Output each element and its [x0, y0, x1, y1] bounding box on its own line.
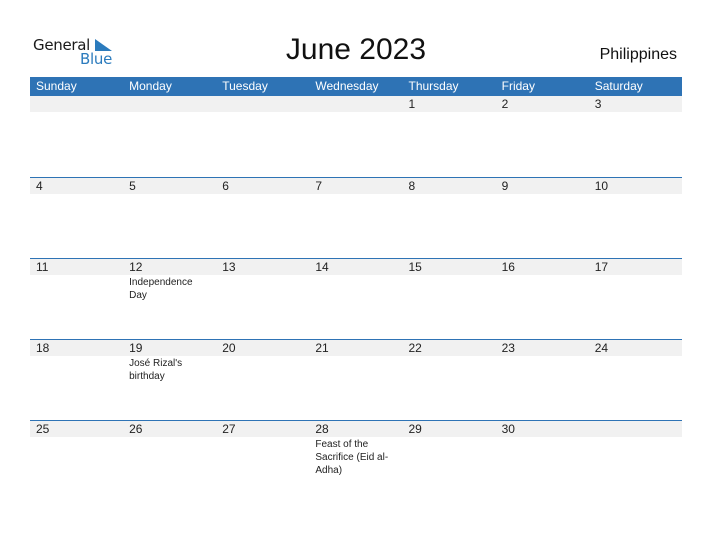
day-cell [309, 96, 403, 177]
day-cell: 30 [495, 421, 589, 501]
day-number: 9 [495, 178, 589, 194]
day-number: 21 [309, 340, 403, 356]
day-cell: 24 [588, 340, 682, 420]
day-number: 24 [588, 340, 682, 356]
day-cell: 1 [402, 96, 496, 177]
day-number: 29 [402, 421, 496, 437]
week-days: 123 [30, 96, 682, 177]
day-cell: 14 [309, 259, 403, 339]
day-number: 3 [588, 96, 682, 112]
day-cell [588, 421, 682, 501]
day-cell: 29 [402, 421, 496, 501]
day-number: 6 [216, 178, 310, 194]
day-number: 11 [30, 259, 124, 275]
day-cell: 7 [309, 178, 403, 258]
day-number: 28 [309, 421, 403, 437]
weekday-friday: Friday [501, 79, 535, 93]
day-number: 16 [495, 259, 589, 275]
week-row: 11 12 Independence Day 13 14 15 16 17 [30, 258, 682, 339]
day-cell: 13 [216, 259, 310, 339]
holiday-label: Feast of the Sacrifice (Eid al-Adha) [315, 439, 389, 476]
day-cell: 10 [588, 178, 682, 258]
day-number [309, 96, 403, 112]
day-number: 17 [588, 259, 682, 275]
weekday-wednesday: Wednesday [315, 79, 379, 93]
day-cell: 28 Feast of the Sacrifice (Eid al-Adha) [309, 421, 403, 501]
day-number: 13 [216, 259, 310, 275]
day-number: 15 [402, 259, 496, 275]
week-row: 123 [30, 96, 682, 177]
weeks-container: 1 2 3 4 5 6 7 8 9 10 11 12 Independence Day 13 14 15 16 1… [30, 96, 682, 501]
day-number: 27 [216, 421, 310, 437]
day-cell: 17 [588, 259, 682, 339]
day-number: 23 [495, 340, 589, 356]
calendar-grid: Sunday Monday Tuesday Wednesday Thursday… [30, 77, 682, 501]
day-cell: 3 [588, 96, 682, 177]
day-cell [216, 96, 310, 177]
day-number: 14 [309, 259, 403, 275]
day-cell: 15 [402, 259, 496, 339]
day-number: 18 [30, 340, 124, 356]
day-cell: 25 [30, 421, 124, 501]
day-cell [30, 96, 124, 177]
weekday-monday: Monday [129, 79, 172, 93]
holiday-label: José Rizal's birthday [129, 358, 183, 382]
day-cell: 19 José Rizal's birthday [123, 340, 217, 420]
day-number: 20 [216, 340, 310, 356]
day-cell: 9 [495, 178, 589, 258]
day-cell: 22 [402, 340, 496, 420]
holiday-label: Independence Day [129, 277, 193, 301]
day-cell: 27 [216, 421, 310, 501]
week-row: 18 19 José Rizal's birthday 20 21 22 23 24 [30, 339, 682, 420]
day-cell: 21 [309, 340, 403, 420]
weekday-thursday: Thursday [408, 79, 459, 93]
day-number [123, 96, 217, 112]
day-number: 1 [402, 96, 496, 112]
day-cell: 18 [30, 340, 124, 420]
day-cell: 23 [495, 340, 589, 420]
day-cell: 20 [216, 340, 310, 420]
day-number [216, 96, 310, 112]
day-cell: 4 [30, 178, 124, 258]
day-number: 25 [30, 421, 124, 437]
day-cell: 11 [30, 259, 124, 339]
day-cell: 2 [495, 96, 589, 177]
week-days: 11 12 Independence Day 13 14 15 16 17 [30, 259, 682, 339]
day-cell: 12 Independence Day [123, 259, 217, 339]
day-cell: 5 [123, 178, 217, 258]
day-cell: 26 [123, 421, 217, 501]
week-row: 4 5 6 7 8 9 10 [30, 177, 682, 258]
weekday-saturday: Saturday [594, 79, 643, 93]
day-cell: 8 [402, 178, 496, 258]
week-days: 18 19 José Rizal's birthday 20 21 22 23 24 [30, 340, 682, 420]
day-number: 7 [309, 178, 403, 194]
day-cell: 6 [216, 178, 310, 258]
day-number: 4 [30, 178, 124, 194]
week-row: 25 26 27 28 Feast of the Sacrifice (Eid al-A… [30, 420, 682, 501]
week-days: 4 5 6 7 8 9 10 [30, 178, 682, 258]
country-label: Philippines [599, 46, 677, 63]
day-number: 8 [402, 178, 496, 194]
weekday-sunday: Sunday [36, 79, 77, 93]
weekday-header: Sunday Monday Tuesday Wednesday Thursday… [30, 77, 682, 96]
day-number: 10 [588, 178, 682, 194]
day-number: 26 [123, 421, 217, 437]
day-number [588, 421, 682, 437]
day-number [30, 96, 124, 112]
day-cell [123, 96, 217, 177]
day-cell: 16 [495, 259, 589, 339]
weekday-tuesday: Tuesday [222, 79, 268, 93]
day-number: 19 [123, 340, 217, 356]
week-days: 25 26 27 28 Feast of the Sacrifice (Eid al-A… [30, 421, 682, 501]
day-number: 22 [402, 340, 496, 356]
day-number: 30 [495, 421, 589, 437]
day-number: 12 [123, 259, 217, 275]
day-number: 2 [495, 96, 589, 112]
day-number: 5 [123, 178, 217, 194]
